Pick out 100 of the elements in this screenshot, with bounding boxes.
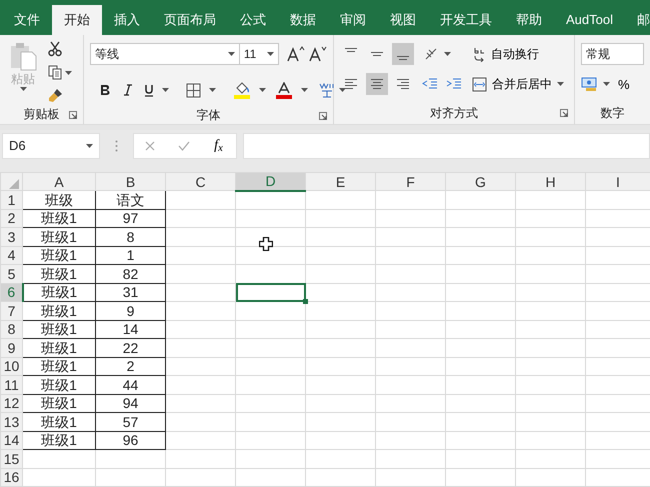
increase-indent-icon[interactable] [446, 77, 462, 91]
fill-handle[interactable] [303, 299, 308, 304]
caret-icon[interactable] [300, 88, 308, 92]
dialog-launcher-icon[interactable] [318, 112, 327, 120]
row-header[interactable]: 6 [0, 283, 22, 302]
ribbon-tab[interactable]: AudTool [554, 5, 625, 35]
caret-icon[interactable] [603, 82, 610, 86]
ribbon-tab[interactable]: 文件 [2, 5, 52, 35]
row-header[interactable]: 15 [0, 450, 22, 468]
cell-text: 班级1 [41, 247, 77, 264]
caret-icon[interactable] [444, 52, 451, 56]
column-header[interactable]: A [22, 172, 96, 190]
align-button[interactable] [392, 43, 414, 65]
drag-handle-icon[interactable] [115, 140, 118, 152]
cell-text: 96 [122, 432, 138, 448]
align-button[interactable] [366, 73, 388, 95]
check-icon[interactable] [178, 141, 190, 151]
align-center-icon [370, 79, 383, 89]
ribbon-tab[interactable]: 视图 [378, 5, 428, 35]
cell-text: 8 [126, 228, 134, 245]
ribbon-tab[interactable]: 数据 [278, 5, 328, 35]
cell-text: 班级1 [41, 340, 77, 356]
wrap-text-button[interactable]: 自动换行 [470, 44, 541, 64]
ribbon-tab[interactable]: 审阅 [328, 5, 378, 35]
column-header[interactable]: E [306, 172, 376, 190]
align-left-icon [344, 79, 357, 89]
row-header[interactable]: 10 [0, 357, 22, 376]
number-format-dropdown[interactable]: 常规 [581, 43, 644, 65]
align-bottom-icon [396, 56, 409, 60]
font-name-dropdown[interactable]: 等线 [90, 43, 240, 65]
font-color-icon[interactable] [274, 82, 293, 98]
merge-center-button[interactable]: 合并后居中 [470, 74, 566, 94]
cursor-icon [259, 237, 273, 251]
formula-input[interactable] [243, 133, 650, 159]
ribbon-tab[interactable]: 公式 [228, 5, 278, 35]
borders-icon[interactable] [186, 82, 201, 98]
group-label: 字体 [196, 106, 220, 124]
column-header[interactable]: C [166, 172, 236, 190]
name-box[interactable]: D6 [2, 133, 100, 159]
cell-text: 班级 [45, 192, 73, 208]
column-header[interactable]: I [586, 172, 650, 190]
row-header[interactable]: 2 [0, 209, 22, 228]
row-header[interactable]: 12 [0, 394, 22, 412]
row-header[interactable]: 11 [0, 376, 22, 394]
column-header[interactable]: G [446, 172, 516, 190]
caret-icon[interactable] [228, 52, 235, 56]
caret-icon[interactable] [208, 88, 216, 92]
caret-icon[interactable] [556, 82, 564, 86]
column-header[interactable]: B [96, 172, 166, 190]
increase-font-size-icon[interactable] [286, 46, 305, 62]
row-header[interactable]: 9 [0, 338, 22, 357]
ribbon-tab[interactable]: 帮助 [504, 5, 554, 35]
ribbon-tab[interactable]: 开发工具 [428, 5, 504, 35]
column-header[interactable]: H [516, 172, 586, 190]
fill-color-icon[interactable] [232, 82, 251, 98]
caret-icon[interactable] [258, 88, 266, 92]
font-size-dropdown[interactable]: 11 [238, 43, 279, 65]
ribbon-tab[interactable]: 页面布局 [152, 5, 228, 35]
row-header[interactable]: 4 [0, 246, 22, 264]
column-header[interactable]: D [236, 172, 306, 190]
decrease-font-size-icon[interactable] [308, 46, 327, 62]
insert-function-button[interactable]: f$_{x}$ [212, 137, 225, 155]
cell-text: 44 [122, 376, 138, 393]
column-header[interactable]: F [376, 172, 446, 190]
cell-text: 班级1 [41, 321, 77, 338]
caret-icon[interactable] [266, 52, 274, 56]
row-header[interactable]: 5 [0, 264, 22, 283]
phonetic-guide-icon[interactable] [318, 82, 335, 98]
cell-text: 语文 [116, 192, 144, 208]
row-header[interactable]: 14 [0, 431, 22, 450]
ribbon-tab[interactable]: 插入 [102, 5, 152, 35]
cell-text: 94 [122, 395, 138, 412]
row-header[interactable]: 8 [0, 320, 22, 338]
group-label: 数字 [600, 105, 624, 122]
percent-style-button[interactable]: % [616, 76, 632, 92]
underline-icon[interactable] [144, 84, 154, 96]
active-cell[interactable] [236, 283, 306, 302]
copy-button[interactable] [46, 63, 74, 82]
caret-icon[interactable] [162, 88, 169, 92]
caret-icon[interactable] [65, 70, 72, 74]
cell-text: 班级1 [41, 302, 77, 319]
decrease-indent-icon[interactable] [422, 77, 438, 91]
clipboard-icon [8, 41, 38, 71]
caret-icon[interactable] [86, 144, 93, 148]
row-header[interactable]: 13 [0, 412, 22, 431]
cell-text: 14 [122, 321, 138, 338]
ribbon-tab[interactable]: 开始 [52, 5, 102, 35]
caret-icon[interactable] [338, 88, 346, 92]
cell-text: 班级1 [41, 395, 77, 412]
row-header[interactable]: 3 [0, 228, 22, 246]
dialog-launcher-icon[interactable] [560, 109, 568, 117]
ribbon-tab[interactable]: 邮 [624, 5, 650, 35]
cell-text: 班级1 [41, 358, 77, 374]
cell-text: 班级1 [41, 284, 78, 300]
row-header[interactable]: 1 [0, 190, 22, 209]
group-label: 对齐方式 [430, 105, 478, 122]
row-header[interactable]: 16 [0, 468, 22, 486]
dialog-launcher-icon[interactable] [68, 111, 77, 119]
row-header[interactable]: 7 [0, 302, 22, 320]
currency-icon[interactable] [581, 76, 599, 92]
